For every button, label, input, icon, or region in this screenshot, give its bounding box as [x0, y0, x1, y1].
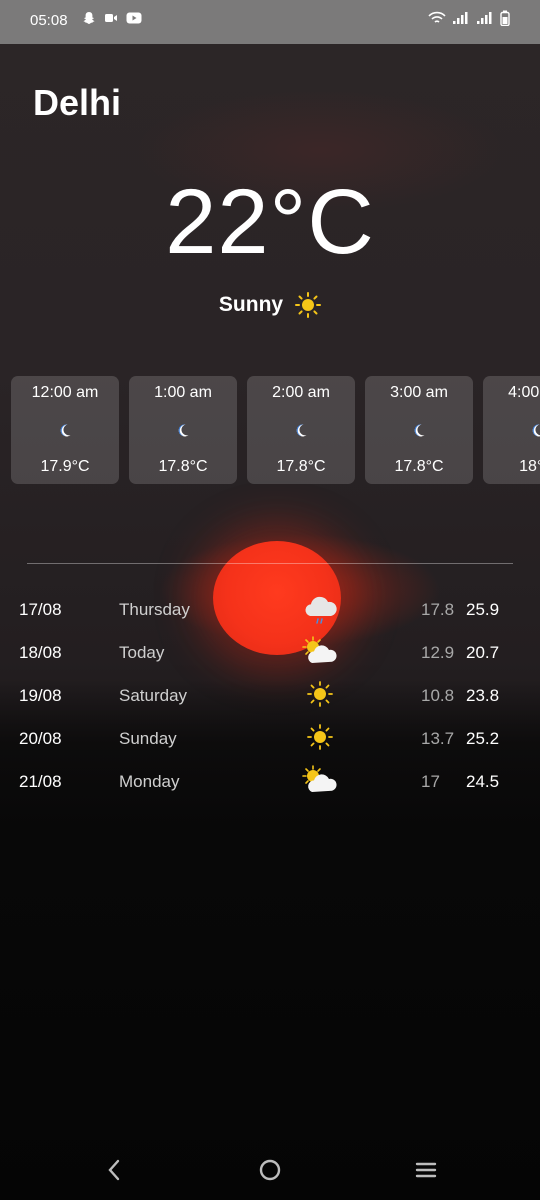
forecast-day: Monday: [119, 772, 180, 791]
forecast-day: Sunday: [119, 729, 177, 748]
forecast-high: 25.2: [466, 729, 500, 748]
condition-label: Sunny: [218, 293, 284, 316]
forecast-low: 13.7: [421, 729, 455, 748]
hourly-card[interactable]: 12:00 am 17.9°C: [11, 376, 119, 484]
hourly-temperature: 18°C: [519, 458, 540, 475]
moon-icon: [414, 424, 425, 437]
forecast-low: 17.8: [421, 600, 455, 619]
sun-icon: [307, 681, 333, 707]
hourly-forecast-scroller[interactable]: 12:00 am 17.9°C 1:00 am 17.8°C 2:00 am 17.8°C…: [11, 376, 540, 484]
city-name: Delhi: [33, 82, 122, 123]
home-button[interactable]: [252, 1152, 288, 1188]
forecast-high: 23.8: [466, 686, 500, 705]
signal-icon: [477, 12, 492, 24]
hourly-temperature: 17.8°C: [276, 458, 326, 475]
forecast-row[interactable]: 20/08 Sunday 13.7 25.2: [0, 717, 540, 760]
forecast-day: Saturday: [119, 686, 188, 705]
forecast-row[interactable]: 21/08 Monday 17 24.5: [0, 760, 540, 803]
hourly-card[interactable]: 4:00 am 18°C: [483, 376, 540, 484]
status-system-icons: [428, 10, 510, 26]
signal-icon: [453, 12, 468, 24]
forecast-date: 19/08: [19, 686, 62, 705]
rain-cloud-icon: [305, 596, 337, 624]
forecast-row[interactable]: 19/08 Saturday 10.8 23.8: [0, 674, 540, 717]
hourly-time: 12:00 am: [31, 384, 99, 401]
current-condition: Sunny: [0, 292, 540, 318]
forecast-row[interactable]: 17/08 Thursday 17.8 25.9: [0, 588, 540, 631]
wifi-icon: [428, 11, 446, 23]
battery-icon: [500, 10, 510, 26]
hourly-card[interactable]: 1:00 am 17.8°C: [129, 376, 237, 484]
youtube-icon: [126, 12, 142, 24]
hourly-card[interactable]: 3:00 am 17.8°C: [365, 376, 473, 484]
hourly-card[interactable]: 2:00 am 17.8°C: [247, 376, 355, 484]
forecast-day: Today: [119, 643, 165, 662]
home-icon: [259, 1159, 281, 1181]
hourly-time: 3:00 am: [390, 384, 448, 401]
forecast-day: Thursday: [119, 600, 190, 619]
snapchat-icon: [83, 12, 95, 24]
moon-icon: [178, 424, 189, 437]
forecast-low: 12.9: [421, 643, 455, 662]
sun-icon: [295, 292, 322, 318]
system-navigation-bar: [0, 1140, 540, 1200]
forecast-date: 20/08: [19, 729, 62, 748]
forecast-low: 10.8: [421, 686, 455, 705]
forecast-row[interactable]: 18/08 Today 12.9 20.7: [0, 631, 540, 674]
forecast-high: 25.9: [466, 600, 500, 619]
daily-forecast-list: 17/08 Thursday 17.8 25.9 18/08 Today 12.9 20.7 1…: [0, 588, 540, 803]
hourly-temperature: 17.8°C: [158, 458, 208, 475]
hourly-time: 4:00 am: [508, 384, 540, 401]
hourly-temperature: 17.9°C: [40, 458, 90, 475]
back-icon: [108, 1159, 120, 1181]
partly-cloudy-icon: [302, 765, 337, 792]
status-time: 05:08: [30, 12, 68, 29]
moon-icon: [60, 424, 71, 437]
hourly-time: 1:00 am: [154, 384, 212, 401]
status-bar: 05:08: [0, 0, 540, 44]
video-icon: [105, 14, 117, 22]
forecast-date: 21/08: [19, 772, 62, 791]
forecast-high: 20.7: [466, 643, 500, 662]
weather-app-screen: 05:08 Delhi 22°C Sunny 12:00 am 17.9°C 1…: [0, 0, 540, 1200]
hourly-time: 2:00 am: [272, 384, 330, 401]
status-notification-icons: [82, 11, 142, 25]
back-button[interactable]: [96, 1152, 132, 1188]
recents-button[interactable]: [408, 1152, 444, 1188]
forecast-date: 18/08: [19, 643, 62, 662]
partly-cloudy-icon: [302, 636, 337, 663]
section-divider: [27, 563, 513, 564]
sun-icon: [307, 724, 333, 750]
forecast-date: 17/08: [19, 600, 62, 619]
moon-icon: [532, 424, 540, 437]
hourly-temperature: 17.8°C: [394, 458, 444, 475]
forecast-high: 24.5: [466, 772, 500, 791]
current-temperature: 22°C: [165, 171, 375, 273]
menu-icon: [415, 1162, 437, 1178]
forecast-low: 17: [421, 772, 440, 791]
moon-icon: [296, 424, 307, 437]
